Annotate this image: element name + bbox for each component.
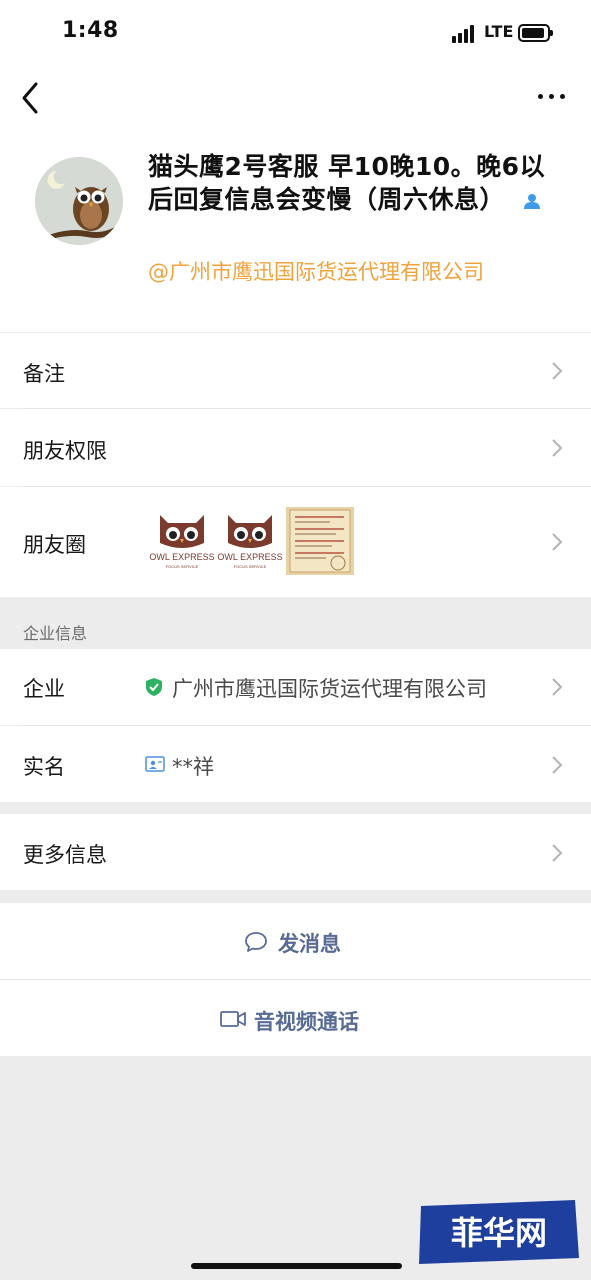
photo-subtitle: FOCUS SERVICE (234, 564, 267, 569)
moments-row[interactable]: 朋友圈 OWL EXPRESS FOCUS SERVICE OWL EXPRES… (0, 487, 591, 597)
video-camera-icon (220, 1011, 246, 1027)
chevron-right-icon (552, 756, 563, 774)
video-call-button[interactable]: 音视频通话 (0, 980, 591, 1056)
moments-photo: OWL EXPRESS FOCUS SERVICE (148, 507, 216, 575)
chevron-left-icon (22, 82, 38, 114)
remark-row[interactable]: 备注 (0, 332, 591, 408)
video-call-label: 音视频通话 (254, 1010, 359, 1034)
chevron-right-icon (552, 439, 563, 457)
site-watermark-icon: 菲华网 (419, 1200, 579, 1264)
signal-icon (452, 25, 478, 43)
photo-subtitle: FOCUS SERVICE (166, 564, 199, 569)
id-card-icon (145, 756, 165, 772)
moments-label: 朋友圈 (23, 533, 86, 557)
permissions-label: 朋友权限 (23, 439, 107, 463)
more-info-row[interactable]: 更多信息 (0, 814, 591, 890)
chevron-right-icon (552, 362, 563, 380)
photo-brand: OWL EXPRESS (149, 552, 214, 562)
chevron-right-icon (552, 678, 563, 696)
realname-value: **祥 (172, 755, 214, 779)
status-bar: 1:48 LTE (0, 0, 591, 66)
watermark-text: 菲华网 (451, 1214, 547, 1252)
enterprise-label: 企业 (23, 677, 65, 701)
chat-bubble-icon (245, 932, 267, 952)
back-button[interactable] (16, 80, 46, 116)
battery-icon (518, 24, 553, 42)
contact-profile-screen: 1:48 LTE 猫头鹰2号客服 早10晚10。晚6以后回复信息会变慢（周六休息… (0, 0, 591, 1280)
realname-label: 实名 (23, 755, 65, 779)
company-tag[interactable]: @广州市鹰迅国际货运代理有限公司 (148, 256, 484, 286)
network-type: LTE (484, 22, 514, 41)
avatar[interactable] (35, 157, 123, 245)
enterprise-name: 广州市鹰迅国际货运代理有限公司 (172, 677, 487, 701)
friend-permissions-row[interactable]: 朋友权限 (0, 409, 591, 486)
owl-avatar-icon (35, 157, 123, 245)
enterprise-section-title: 企业信息 (23, 624, 88, 643)
moments-photo: OWL EXPRESS FOCUS SERVICE (216, 507, 284, 575)
more-options-button[interactable] (536, 86, 568, 106)
realname-row[interactable]: 实名 **祥 (0, 726, 591, 802)
send-message-button[interactable]: 发消息 (0, 903, 591, 979)
person-icon (524, 194, 541, 209)
verified-shield-icon (146, 678, 162, 696)
send-message-label: 发消息 (278, 932, 341, 956)
contact-name: 猫头鹰2号客服 早10晚10。晚6以后回复信息会变慢（周六休息） (148, 150, 558, 216)
more-info-label: 更多信息 (23, 843, 107, 867)
chevron-right-icon (552, 844, 563, 862)
contact-name-text: 猫头鹰2号客服 早10晚10。晚6以后回复信息会变慢（周六休息） (148, 152, 546, 214)
remark-label: 备注 (23, 362, 65, 386)
home-indicator (191, 1263, 402, 1269)
owl-logo-icon: OWL EXPRESS FOCUS SERVICE (148, 507, 216, 575)
owl-logo-icon: OWL EXPRESS FOCUS SERVICE (216, 507, 284, 575)
document-photo-icon (286, 507, 354, 575)
chevron-right-icon (552, 533, 563, 551)
watermark-logo: 菲华网 (413, 1196, 583, 1268)
moments-photo (286, 507, 354, 575)
enterprise-row[interactable]: 企业 广州市鹰迅国际货运代理有限公司 (0, 649, 591, 725)
photo-brand: OWL EXPRESS (217, 552, 282, 562)
status-time: 1:48 (62, 18, 119, 43)
profile-header: 猫头鹰2号客服 早10晚10。晚6以后回复信息会变慢（周六休息） @广州市鹰迅国… (0, 66, 591, 332)
